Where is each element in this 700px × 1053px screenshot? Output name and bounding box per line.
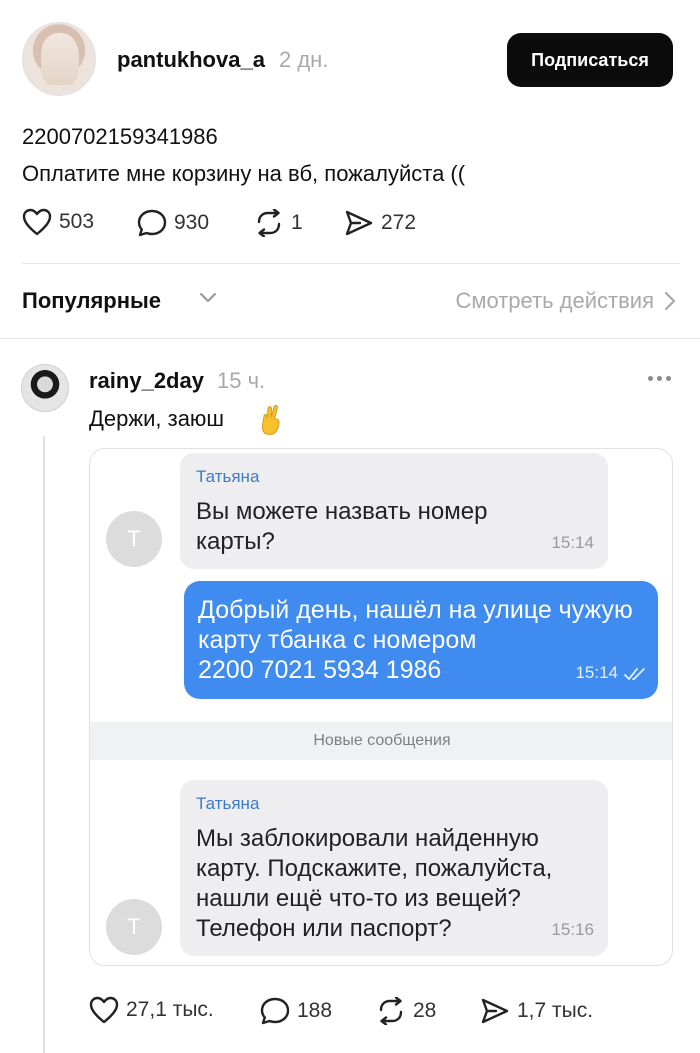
post-time: 2 дн. — [279, 47, 329, 72]
crossed-fingers-emoji — [261, 405, 280, 436]
chat-time: 15:14 — [575, 663, 618, 682]
comment-count: 930 — [174, 211, 210, 234]
heart-icon — [89, 996, 119, 1024]
comment-count: 188 — [297, 999, 333, 1022]
repost-count: 1 — [291, 211, 303, 234]
double-check-icon — [624, 668, 645, 680]
like-button[interactable]: 503 — [22, 208, 94, 236]
divider — [0, 338, 700, 339]
repost-icon — [257, 209, 281, 237]
comment-username[interactable]: rainy_2day — [89, 368, 204, 394]
chat-message-text: Мы заблокировали найденную карту. Подска… — [196, 825, 553, 942]
chevron-down-icon[interactable] — [198, 290, 218, 306]
chat-bubble-outgoing: Добрый день, нашёл на улице чужую карту … — [184, 581, 658, 699]
thread-line — [43, 436, 45, 1053]
repost-count: 28 — [413, 999, 437, 1022]
comment-share-button[interactable]: 1,7 тыс. — [480, 997, 593, 1025]
repost-button[interactable]: 1 — [254, 209, 303, 237]
chat-sender-name: Татьяна — [196, 467, 260, 486]
avatar[interactable] — [22, 22, 96, 96]
chat-sender-name: Татьяна — [196, 794, 260, 813]
share-count: 1,7 тыс. — [517, 999, 594, 1022]
post-text: 2200702159341986 Оплатите мне корзину на… — [22, 118, 465, 192]
post-header: pantukhova_a 2 дн. Подписаться — [0, 0, 700, 120]
attached-screenshot[interactable]: Т Татьяна Вы можете назвать номер карты?… — [89, 448, 673, 966]
comment-like-button[interactable]: 27,1 тыс. — [89, 996, 214, 1024]
chat-avatar: Т — [106, 899, 162, 955]
like-count: 27,1 тыс. — [126, 998, 214, 1021]
chat-avatar: Т — [106, 511, 162, 567]
view-actions-link[interactable]: Смотреть действия — [455, 288, 654, 314]
share-button[interactable]: 272 — [344, 209, 416, 237]
chevron-right-icon[interactable] — [664, 291, 676, 311]
comment-icon — [260, 997, 290, 1025]
comment-repost-button[interactable]: 28 — [376, 997, 436, 1025]
comment-avatar[interactable] — [21, 364, 69, 412]
heart-icon — [22, 208, 52, 236]
chat-bubble-incoming: Татьяна Мы заблокировали найденную карту… — [180, 780, 608, 956]
share-count: 272 — [381, 211, 417, 234]
chat-time: 15:14 — [551, 533, 594, 552]
more-icon[interactable] — [648, 376, 671, 381]
comments-sort-row: Популярные Смотреть действия — [22, 282, 678, 322]
like-count: 503 — [59, 210, 95, 233]
post-username[interactable]: pantukhova_a — [117, 47, 265, 73]
comment-time: 15 ч. — [217, 368, 266, 393]
share-icon — [345, 210, 373, 236]
comment-text: Держи, заюш — [89, 406, 225, 431]
chat-bubble-incoming: Татьяна Вы можете назвать номер карты? 1… — [180, 453, 608, 569]
comment-reply-button[interactable]: 188 — [260, 997, 332, 1025]
share-icon — [481, 998, 509, 1024]
post-text-line: Оплатите мне корзину на вб, пожалуйста (… — [22, 161, 466, 186]
divider — [22, 263, 680, 264]
chat-time: 15:16 — [551, 920, 594, 939]
post-text-line: 2200702159341986 — [22, 124, 218, 149]
comment-button[interactable]: 930 — [137, 209, 209, 237]
new-messages-divider: Новые сообщения — [90, 722, 672, 760]
follow-button[interactable]: Подписаться — [507, 33, 673, 87]
comment-icon — [137, 209, 167, 237]
chat-message-text: Вы можете назвать номер карты? — [196, 498, 488, 555]
sort-dropdown[interactable]: Популярные — [22, 288, 161, 314]
repost-icon — [379, 997, 403, 1025]
